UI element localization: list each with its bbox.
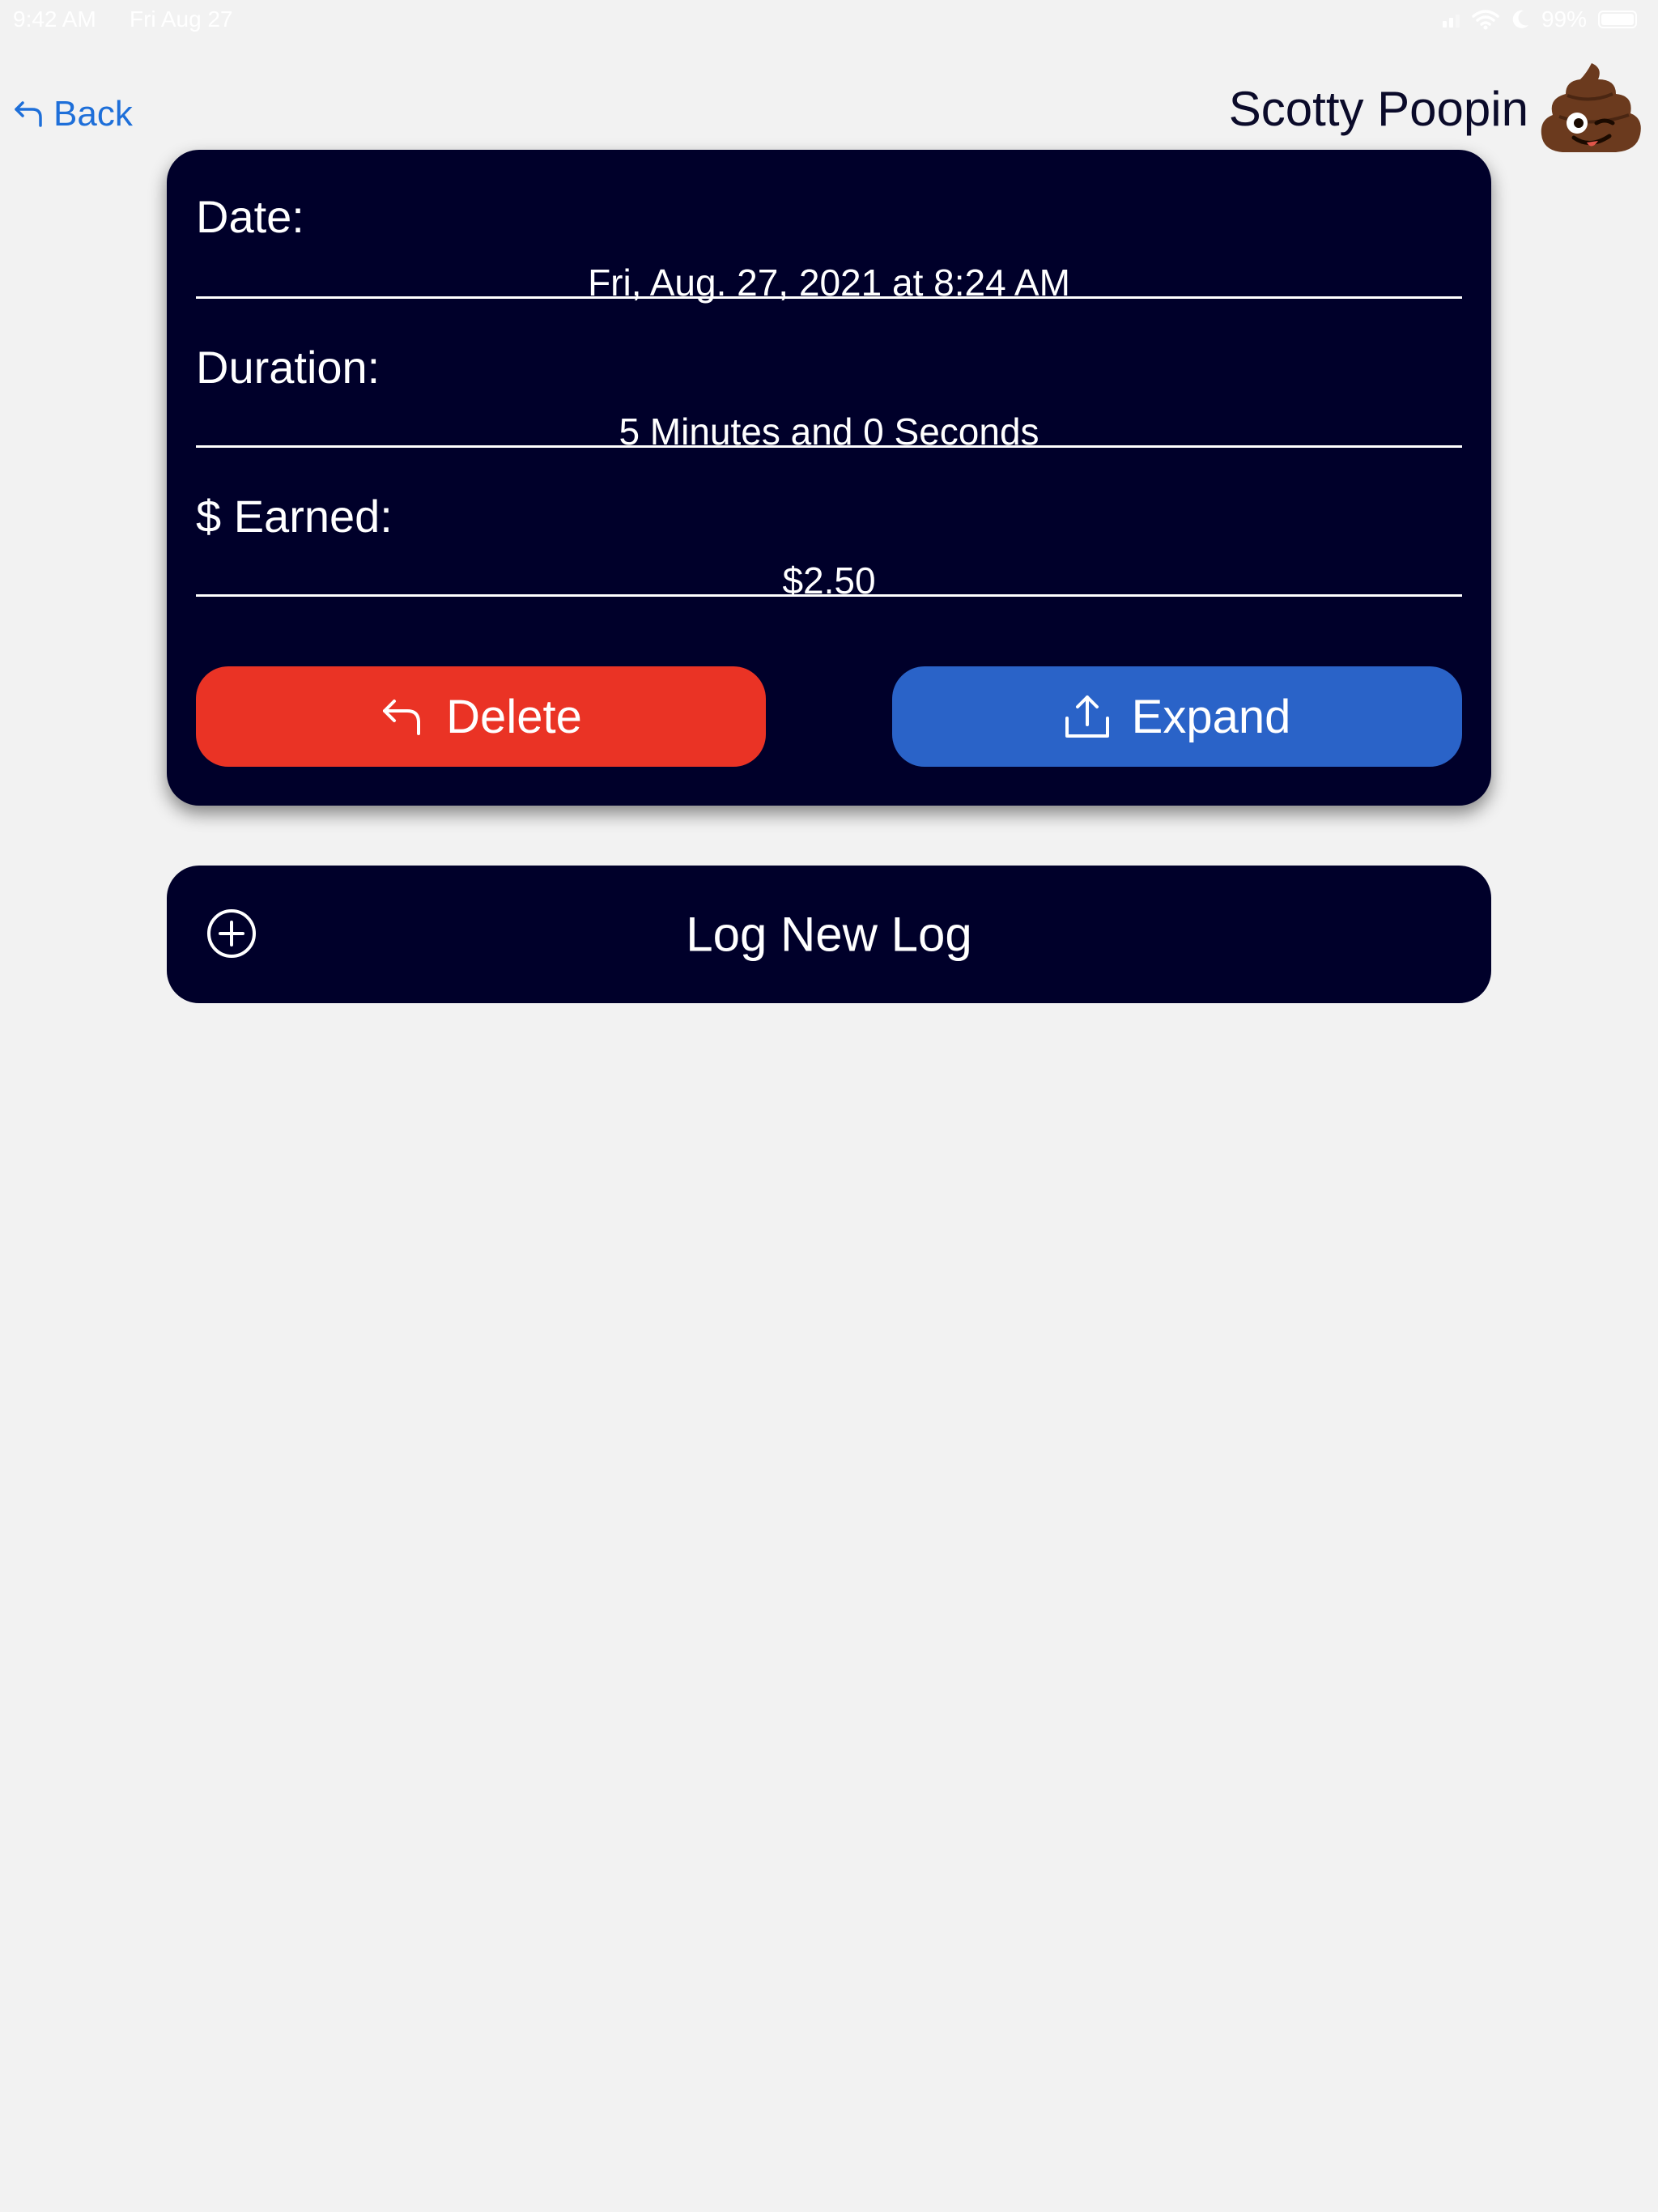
- log-card: Date: Fri, Aug. 27, 2021 at 8:24 AM Dura…: [167, 150, 1491, 806]
- battery-level: [1601, 14, 1634, 25]
- delete-label: Delete: [446, 690, 582, 743]
- duration-field: Duration: 5 Minutes and 0 Seconds: [196, 299, 1462, 453]
- battery-icon: [1598, 11, 1637, 28]
- back-button[interactable]: Back: [13, 94, 133, 134]
- wifi-icon: [1472, 10, 1499, 30]
- moon-icon: [1512, 10, 1528, 28]
- log-new-log-button[interactable]: Log New Log: [167, 866, 1491, 1003]
- poop-emoji-icon: [1541, 63, 1641, 152]
- card-actions: Delete Expand: [196, 666, 1462, 767]
- battery-percent: 99%: [1541, 6, 1587, 32]
- user-name: Scotty Poopin: [1228, 81, 1528, 136]
- expand-button[interactable]: Expand: [892, 666, 1462, 767]
- log-new-log-label: Log New Log: [686, 907, 972, 962]
- share-icon: [1065, 696, 1109, 738]
- status-bar: 9:42 AM Fri Aug 27 99%: [0, 0, 1658, 39]
- duration-value: 5 Minutes and 0 Seconds: [619, 410, 1039, 453]
- delete-button[interactable]: Delete: [196, 666, 766, 767]
- date-value: Fri, Aug. 27, 2021 at 8:24 AM: [588, 262, 1070, 304]
- expand-label: Expand: [1131, 690, 1291, 743]
- duration-label: Duration:: [196, 342, 380, 393]
- signal-icon: [1442, 15, 1460, 28]
- status-date: Fri Aug 27: [130, 6, 233, 32]
- back-label: Back: [53, 94, 133, 134]
- status-time: 9:42 AM: [13, 6, 96, 32]
- status-indicators: 99%: [1441, 6, 1637, 32]
- date-field: Date: Fri, Aug. 27, 2021 at 8:24 AM: [196, 150, 1462, 304]
- earned-field: $ Earned: $2.50: [196, 448, 1462, 602]
- earned-value: $2.50: [782, 559, 876, 602]
- undo-arrow-icon: [383, 700, 421, 735]
- earned-label: $ Earned:: [196, 491, 393, 542]
- back-arrow-icon: [15, 101, 42, 127]
- user-header: Scotty Poopin: [1229, 60, 1643, 157]
- date-label: Date:: [196, 191, 304, 242]
